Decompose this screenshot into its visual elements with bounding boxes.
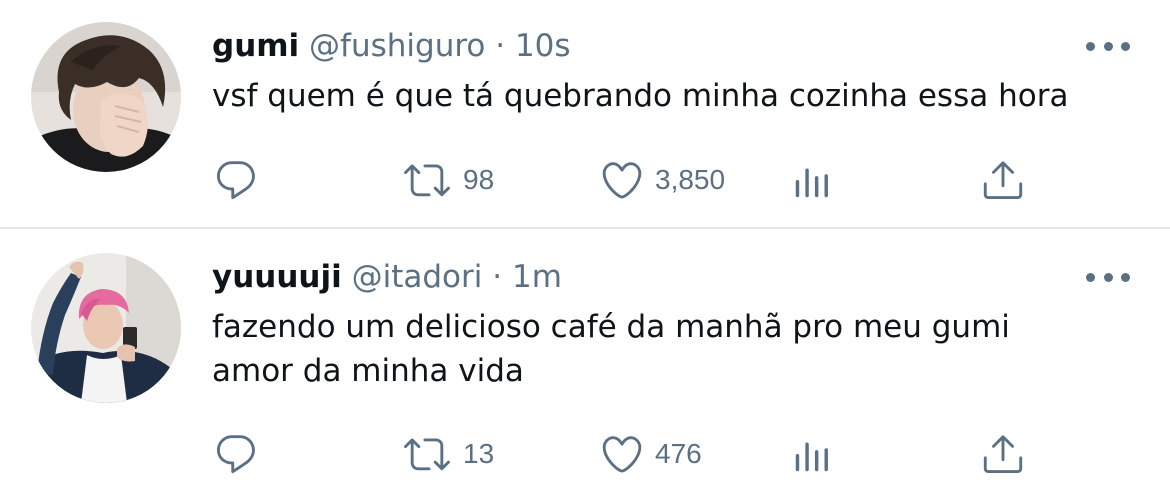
tweet-actions: 13 476 bbox=[0, 424, 1170, 484]
divider bbox=[0, 227, 1170, 229]
tweet-header: yuuuuji @itadori · 1m bbox=[212, 255, 562, 299]
bar-chart-icon bbox=[795, 168, 828, 198]
display-name[interactable]: gumi bbox=[212, 28, 299, 64]
analytics-button[interactable] bbox=[790, 150, 836, 210]
tweet[interactable]: gumi @fushiguro · 10s vsf quem é que tá … bbox=[0, 0, 1170, 229]
heart-icon bbox=[602, 162, 642, 199]
more-dots-icon[interactable] bbox=[1086, 38, 1130, 54]
like-count: 476 bbox=[655, 438, 702, 469]
separator: · bbox=[492, 259, 503, 295]
speech-bubble-icon bbox=[217, 435, 255, 474]
reply-button[interactable] bbox=[213, 150, 259, 210]
share-button[interactable] bbox=[980, 424, 1026, 484]
analytics-button[interactable] bbox=[790, 424, 836, 484]
speech-bubble-icon bbox=[217, 161, 255, 200]
more-dots-icon[interactable] bbox=[1086, 269, 1130, 285]
tweet-text: vsf quem é que tá quebrando minha cozinh… bbox=[212, 78, 1069, 114]
reply-button[interactable] bbox=[213, 424, 259, 484]
tweet-text: fazendo um delicioso café da manhã pro m… bbox=[212, 309, 1010, 389]
like-count: 3,850 bbox=[655, 164, 726, 195]
like-button[interactable]: 3,850 bbox=[597, 150, 725, 210]
retweet-button[interactable]: 13 bbox=[399, 424, 494, 484]
tweet-header: gumi @fushiguro · 10s bbox=[212, 24, 571, 68]
timestamp[interactable]: 10s bbox=[515, 28, 571, 64]
bar-chart-icon bbox=[795, 442, 828, 472]
display-name[interactable]: yuuuuji bbox=[212, 259, 342, 295]
share-button[interactable] bbox=[980, 150, 1026, 210]
retweet-button[interactable]: 98 bbox=[399, 150, 494, 210]
heart-icon bbox=[602, 436, 642, 473]
handle[interactable]: @itadori bbox=[352, 259, 483, 295]
retweet-arrows-icon bbox=[404, 438, 450, 471]
like-button[interactable]: 476 bbox=[597, 424, 702, 484]
timestamp[interactable]: 1m bbox=[512, 259, 562, 295]
retweet-count: 98 bbox=[463, 164, 495, 195]
tweet-actions: 98 3,850 bbox=[0, 150, 1170, 210]
handle[interactable]: @fushiguro bbox=[309, 28, 485, 64]
tweet[interactable]: yuuuuji @itadori · 1m fazendo um delicio… bbox=[0, 231, 1170, 501]
avatar[interactable] bbox=[31, 253, 181, 403]
share-upload-icon bbox=[983, 161, 1023, 200]
retweet-count: 13 bbox=[463, 438, 495, 469]
share-upload-icon bbox=[983, 435, 1023, 474]
retweet-arrows-icon bbox=[404, 164, 450, 197]
separator: · bbox=[495, 28, 506, 64]
